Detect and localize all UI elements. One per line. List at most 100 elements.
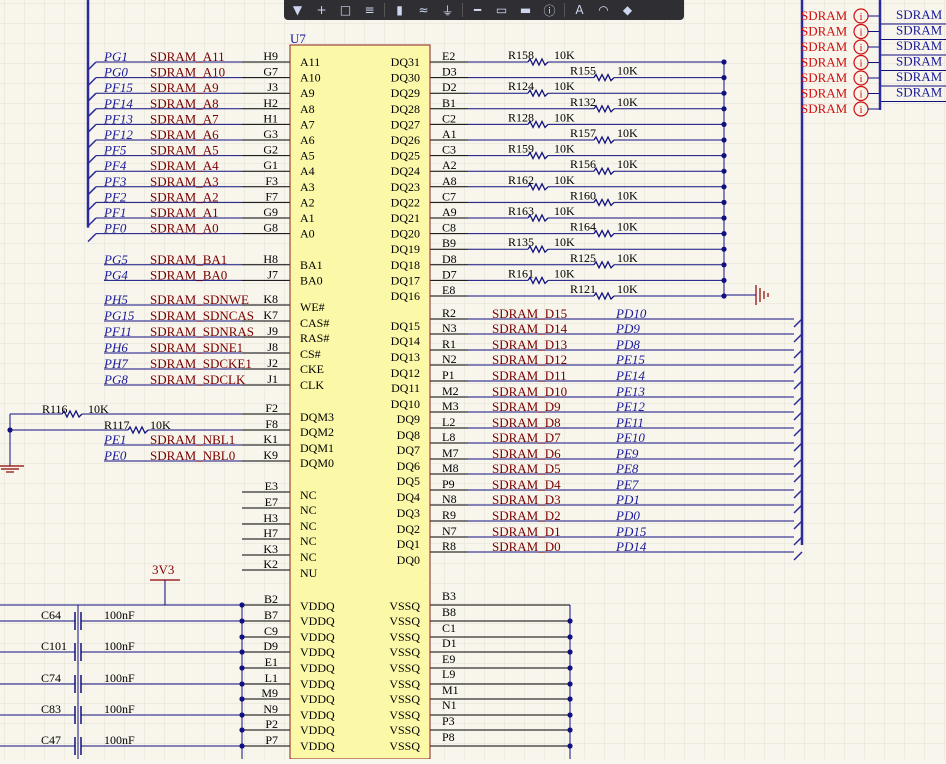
port-PF2: PF2	[103, 189, 127, 204]
junction-dot	[567, 712, 573, 718]
ctrl5-pin-name: CLK	[300, 378, 324, 392]
port-PD0: PD0	[615, 508, 640, 523]
vdd5-pin-number: L1	[265, 671, 278, 685]
res-R121: R121	[570, 282, 596, 296]
dql3-pin-name: DQ12	[391, 366, 420, 380]
wire-icon[interactable]: ≈	[414, 2, 433, 18]
net-SDRAM_SDNWE: SDRAM_SDNWE	[150, 292, 249, 307]
vdd2-pin-name: VDDQ	[300, 630, 335, 644]
no-erc-icon[interactable]: ⓘ	[540, 2, 559, 18]
dqh11-pin-name: DQ20	[391, 227, 420, 241]
dql0-pin-name: DQ15	[391, 319, 420, 333]
dql1-pin-number: N3	[442, 321, 457, 335]
port-PG5: PG5	[103, 252, 128, 267]
vss6-pin-number: M1	[442, 683, 459, 697]
dqh6-pin-name: DQ25	[391, 149, 420, 163]
port-PD10: PD10	[615, 306, 647, 321]
offsheet-label: SDRAM	[801, 55, 848, 70]
nc3-pin-number: H7	[263, 526, 278, 540]
toolbar-separator	[564, 3, 565, 17]
dql6-pin-name: DQ9	[397, 412, 420, 426]
component-icon[interactable]: ▮	[390, 2, 409, 18]
vss5-pin-number: L9	[442, 667, 455, 681]
text-icon[interactable]: A	[570, 2, 589, 18]
nc0-pin-number: E3	[265, 479, 278, 493]
dqh2-pin-number: D2	[442, 80, 457, 94]
dqh2-pin-name: DQ29	[391, 86, 420, 100]
junction-dot	[239, 696, 245, 702]
junction-dot	[567, 665, 573, 671]
port-PE9: PE9	[615, 446, 639, 461]
addr6-pin-name: A5	[300, 149, 315, 163]
toolbar-separator	[462, 3, 463, 17]
port-PF1: PF1	[103, 205, 126, 220]
select-rect-icon[interactable]: □	[336, 2, 355, 18]
cap-val-C74: 100nF	[104, 671, 135, 685]
nc3-pin-name: NC	[300, 534, 317, 548]
res-R162: R162	[508, 173, 534, 187]
net-SDRAM_A7: SDRAM_A7	[150, 111, 219, 126]
dqh10-pin-name: DQ21	[391, 211, 420, 225]
cap-C101: C101	[41, 639, 67, 653]
ctrl0-pin-name: WE#	[300, 300, 325, 314]
res-val-R160: 10K	[617, 188, 638, 202]
power-port-icon[interactable]: ◆	[618, 2, 637, 18]
bus-icon[interactable]: ━	[468, 2, 487, 18]
sheet-entry-icon[interactable]: ▬	[516, 2, 535, 18]
vss8-pin-name: VSSQ	[389, 723, 420, 737]
arc-icon[interactable]: ◠	[594, 2, 613, 18]
dql4-pin-name: DQ11	[391, 381, 420, 395]
nc4-pin-name: NC	[300, 550, 317, 564]
junction-dot	[567, 618, 573, 624]
offsheet-port-symbol: i	[859, 104, 862, 116]
dqh3-pin-number: B1	[442, 96, 456, 110]
vdd9-pin-name: VDDQ	[300, 739, 335, 753]
dql9-pin-number: M7	[442, 446, 459, 460]
vss4-pin-number: E9	[442, 652, 455, 666]
res-val-R121: 10K	[617, 282, 638, 296]
port-PG15: PG15	[103, 308, 135, 323]
align-icon[interactable]: ≡	[360, 2, 379, 18]
vss4-pin-name: VSSQ	[389, 661, 420, 675]
net-label-icon[interactable]: ▭	[492, 2, 511, 18]
port-PD14: PD14	[615, 539, 647, 554]
nc1-pin-name: NC	[300, 503, 317, 517]
nc5-pin-number: K2	[263, 557, 278, 571]
dql14-pin-number: N7	[442, 524, 457, 538]
res-val-R156: 10K	[617, 157, 638, 171]
net-SDRAM_D15: SDRAM_D15	[492, 306, 567, 321]
dqh4-pin-number: C2	[442, 111, 456, 125]
cap-C64: C64	[41, 608, 61, 622]
port-PE10: PE10	[615, 430, 645, 445]
schematic-canvas[interactable]: U7 PG1 SDRAM_A11 H9 A11 PG0 SDRAM_A10 G7 A10 PF15…	[0, 0, 946, 760]
ctrl2-pin-name: RAS#	[300, 331, 329, 345]
res-R157: R157	[570, 126, 596, 140]
port-PF5: PF5	[103, 143, 127, 158]
nc5-pin-name: NU	[300, 566, 318, 580]
net-SDRAM_D4: SDRAM_D4	[492, 477, 561, 492]
dql10-pin-name: DQ5	[397, 474, 420, 488]
vss9-pin-name: VSSQ	[389, 739, 420, 753]
res-val-R124: 10K	[554, 79, 575, 93]
res-val-R162: 10K	[554, 173, 575, 187]
res-R160: R160	[570, 188, 596, 202]
crosshair-icon[interactable]: +	[312, 2, 331, 18]
nc2-pin-number: H3	[263, 511, 278, 525]
designator: U7	[290, 31, 306, 46]
nc0-pin-name: NC	[300, 488, 317, 502]
cap-val-C64: 100nF	[104, 608, 135, 622]
ba0-pin-name: BA1	[300, 258, 323, 272]
addr5-pin-number: G3	[263, 127, 278, 141]
schematic-sheet[interactable]: U7 PG1 SDRAM_A11 H9 A11 PG0 SDRAM_A10 G7 A10 PF15…	[0, 0, 946, 760]
res-val-R135: 10K	[554, 235, 575, 249]
dqh5-pin-name: DQ26	[391, 133, 420, 147]
vss1-pin-name: VSSQ	[389, 614, 420, 628]
ground-icon[interactable]: ⏚	[438, 2, 457, 18]
vdd0-pin-name: VDDQ	[300, 599, 335, 613]
res-R161: R161	[508, 266, 534, 280]
cap-C83: C83	[41, 702, 61, 716]
net-SDRAM_BA0: SDRAM_BA0	[150, 267, 227, 282]
net-SDRAM_NBL1: SDRAM_NBL1	[150, 432, 235, 447]
offsheet-net-label: SDRAM	[896, 85, 943, 100]
filter-icon[interactable]: ▼	[288, 2, 307, 18]
